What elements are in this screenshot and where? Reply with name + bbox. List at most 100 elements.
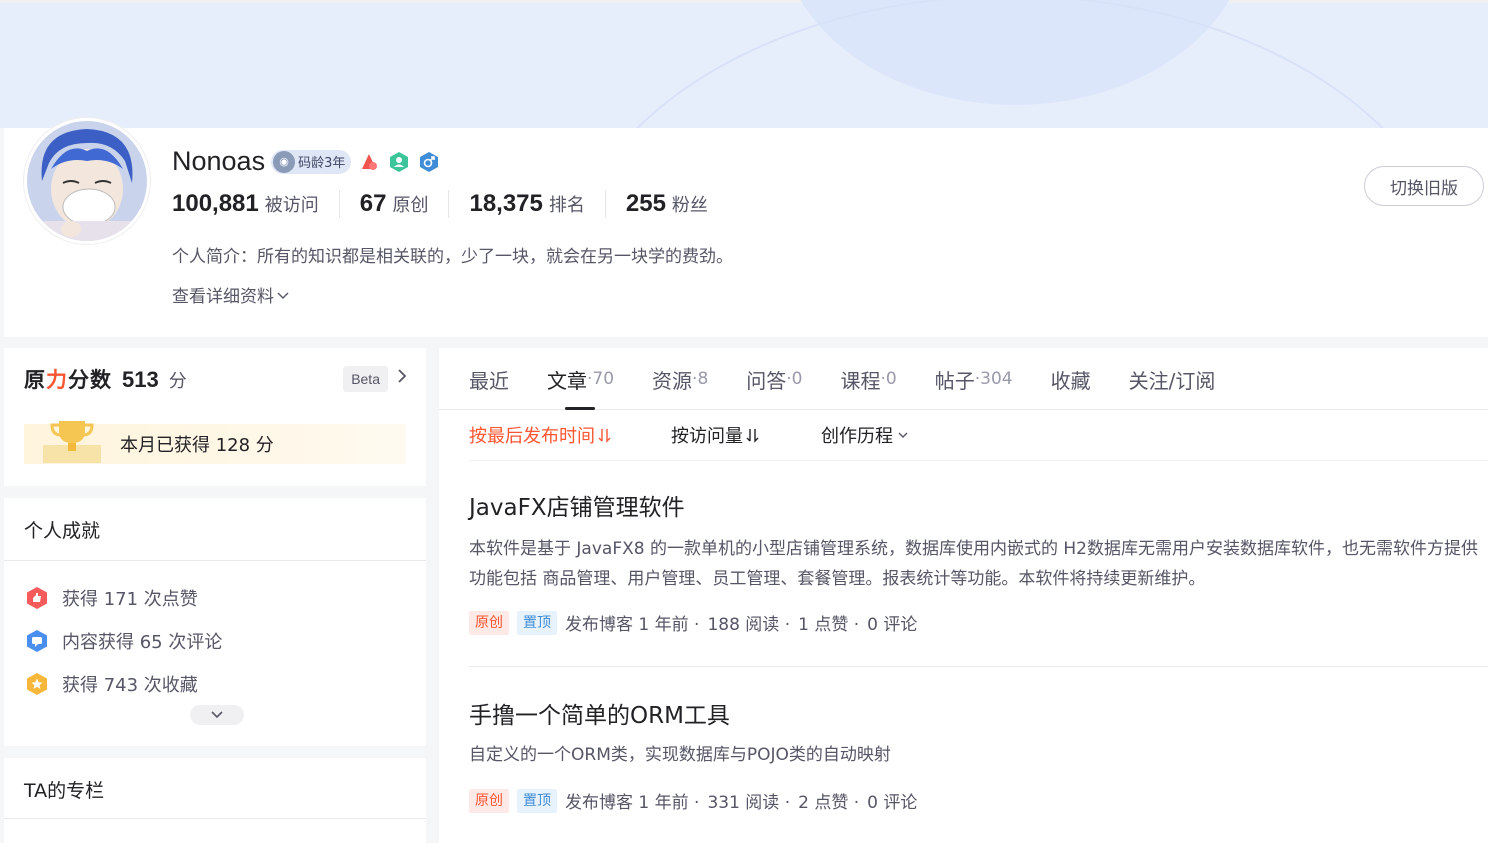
like-badge-icon — [24, 585, 50, 611]
monthly-score-banner: 本月已获得 128 分 — [24, 421, 406, 464]
tab-label: 最近 — [469, 368, 509, 393]
tab-articles[interactable]: 文章 ·70 — [547, 348, 614, 410]
stat-visits[interactable]: 100,881 被访问 — [172, 190, 339, 218]
stat-value: 255 — [625, 190, 666, 217]
tab-courses[interactable]: 课程 ·0 — [841, 348, 897, 410]
tab-count: ·304 — [974, 369, 1013, 389]
stat-fans[interactable]: 255 粉丝 — [604, 190, 728, 218]
stat-label: 粉丝 — [671, 195, 708, 216]
user-name[interactable]: Nonoas — [172, 146, 265, 177]
article-description: 自定义的一个ORM类，实现数据库与POJO类的自动映射 — [469, 745, 891, 765]
monthly-score-text: 本月已获得 128 分 — [120, 435, 274, 456]
stat-value: 67 — [359, 190, 387, 217]
tab-favorites[interactable]: 收藏 — [1051, 348, 1091, 410]
code-age-badge[interactable]: ◉ 码龄3年 — [271, 149, 352, 174]
article-title[interactable]: 手撸一个简单的ORM工具 — [469, 696, 1488, 730]
profile-bio: 个人简介：所有的知识都是相关联的，少了一块，就会在另一块学的费劲。 — [172, 247, 733, 267]
profile-card: Nonoas ◉ 码龄3年 100,881 被访问 67 原创 18,375 排… — [4, 118, 1488, 337]
article-description-line: 功能包括 商品管理、用户管理、员工管理、套餐管理。报表统计等功能。本软件将持续更… — [469, 569, 1206, 589]
article-meta: 原创 置顶 发布博客 1 年前 · 188 阅读 · 1 点赞 · 0 评论 — [469, 610, 1488, 635]
stat-original[interactable]: 67 原创 — [338, 190, 449, 218]
stat-value: 18,375 — [469, 190, 543, 217]
banner-decoration-ring — [560, 0, 1460, 128]
view-details-link[interactable]: 查看详细资料 — [172, 282, 290, 307]
community-badge-icon[interactable] — [387, 150, 411, 174]
stat-label: 原创 — [392, 195, 429, 216]
tab-following[interactable]: 关注/订阅 — [1129, 348, 1216, 410]
tab-label: 资源 — [652, 368, 693, 393]
achievements-card: 个人成就 获得 171 次点赞 内容获得 65 次评论 获得 743 次收藏 — [4, 498, 426, 746]
sort-icon — [746, 429, 759, 443]
tab-label: 帖子 — [934, 368, 975, 393]
pinned-tag: 置顶 — [517, 610, 557, 635]
read-count: 188 阅读 · — [707, 615, 791, 635]
tab-qa[interactable]: 问答 ·0 — [746, 348, 802, 410]
comment-count: 0 评论 — [867, 793, 918, 813]
tab-recent[interactable]: 最近 — [469, 348, 509, 410]
stat-rank[interactable]: 18,375 排名 — [448, 190, 604, 218]
main-content: 最近 文章 ·70 资源 ·8 问答 ·0 课程 ·0 帖子 ·304 收藏 关注/订阅 … — [439, 348, 1488, 843]
publish-time: 发布博客 1 年前 · — [565, 615, 700, 635]
stat-value: 100,881 — [172, 190, 259, 217]
male-gender-icon — [417, 150, 441, 174]
blog-expert-badge-icon[interactable] — [357, 150, 381, 174]
profile-stats: 100,881 被访问 67 原创 18,375 排名 255 粉丝 — [172, 190, 728, 218]
sort-by-latest[interactable]: 按最后发布时间 — [469, 422, 671, 448]
profile-banner — [0, 0, 1488, 128]
achievement-likes: 获得 171 次点赞 — [24, 576, 222, 619]
article-meta: 原创 置顶 发布博客 1 年前 · 331 阅读 · 2 点赞 · 0 评论 — [469, 788, 1488, 813]
article-description-line: 本软件是基于 JavaFX8 的一款单机的小型店铺管理系统，数据库使用内嵌式的 … — [469, 539, 1478, 559]
tab-posts[interactable]: 帖子 ·304 — [935, 348, 1013, 410]
force-logo-part: 原 — [24, 368, 46, 392]
force-header: 原力分数 513 分 — [24, 364, 187, 394]
force-logo-part: 分数 — [68, 368, 112, 392]
tab-resources[interactable]: 资源 ·8 — [652, 348, 708, 410]
tab-label: 收藏 — [1050, 368, 1091, 393]
force-logo: 原力分数 — [24, 364, 112, 394]
force-score-value: 513 — [122, 367, 159, 392]
achievement-favorites: 获得 743 次收藏 — [24, 662, 222, 705]
tab-count: ·0 — [880, 369, 897, 389]
stat-label: 被访问 — [264, 195, 319, 216]
force-logo-accent: 力 — [46, 368, 68, 392]
article-description: 本软件是基于 JavaFX8 的一款单机的小型店铺管理系统，数据库使用内嵌式的 … — [469, 534, 1488, 594]
view-details-label: 查看详细资料 — [172, 287, 274, 307]
switch-old-version-button[interactable]: 切换旧版 — [1364, 166, 1484, 206]
article-title[interactable]: JavaFX店铺管理软件 — [469, 488, 1488, 522]
article-divider — [469, 666, 1488, 667]
creation-history-dropdown[interactable]: 创作历程 — [821, 422, 911, 448]
name-row: Nonoas ◉ 码龄3年 — [172, 146, 441, 177]
tab-count: ·70 — [587, 369, 615, 389]
tab-count: ·8 — [692, 369, 709, 389]
comment-count: 0 评论 — [867, 615, 918, 635]
like-count: 2 点赞 · — [798, 793, 860, 813]
sort-options: 按最后发布时间 按访问量 创作历程 — [469, 410, 1488, 461]
achievement-text: 获得 743 次收藏 — [62, 674, 198, 696]
avatar[interactable] — [24, 118, 150, 244]
article-item[interactable]: JavaFX店铺管理软件 本软件是基于 JavaFX8 的一款单机的小型店铺管理… — [469, 488, 1488, 635]
code-age-label: 码龄3年 — [298, 156, 346, 171]
force-score-unit: 分 — [168, 371, 187, 392]
chevron-down-icon — [277, 292, 289, 299]
pinned-tag: 置顶 — [517, 788, 557, 813]
like-count: 1 点赞 · — [798, 615, 860, 635]
publish-time: 发布博客 1 年前 · — [565, 793, 700, 813]
star-badge-icon — [24, 671, 50, 697]
chevron-right-icon[interactable] — [396, 368, 408, 388]
achievements-list: 获得 171 次点赞 内容获得 65 次评论 获得 743 次收藏 — [24, 576, 222, 705]
tab-count: ·0 — [786, 369, 803, 389]
divider — [4, 560, 426, 561]
content-tabs: 最近 文章 ·70 资源 ·8 问答 ·0 课程 ·0 帖子 ·304 收藏 关注/订阅 — [439, 348, 1488, 410]
original-tag: 原创 — [469, 610, 509, 635]
trophy-icon — [30, 416, 114, 464]
sort-by-views[interactable]: 按访问量 — [671, 422, 821, 448]
stat-label: 排名 — [548, 195, 585, 216]
divider — [4, 818, 426, 819]
robot-icon: ◉ — [273, 150, 296, 173]
sort-label: 按最后发布时间 — [469, 426, 595, 447]
tab-label: 问答 — [746, 368, 787, 393]
expand-achievements-button[interactable] — [190, 705, 244, 725]
article-item[interactable]: 手撸一个简单的ORM工具 自定义的一个ORM类，实现数据库与POJO类的自动映射… — [469, 696, 1488, 813]
top-divider — [0, 0, 1488, 3]
original-tag: 原创 — [469, 788, 509, 813]
